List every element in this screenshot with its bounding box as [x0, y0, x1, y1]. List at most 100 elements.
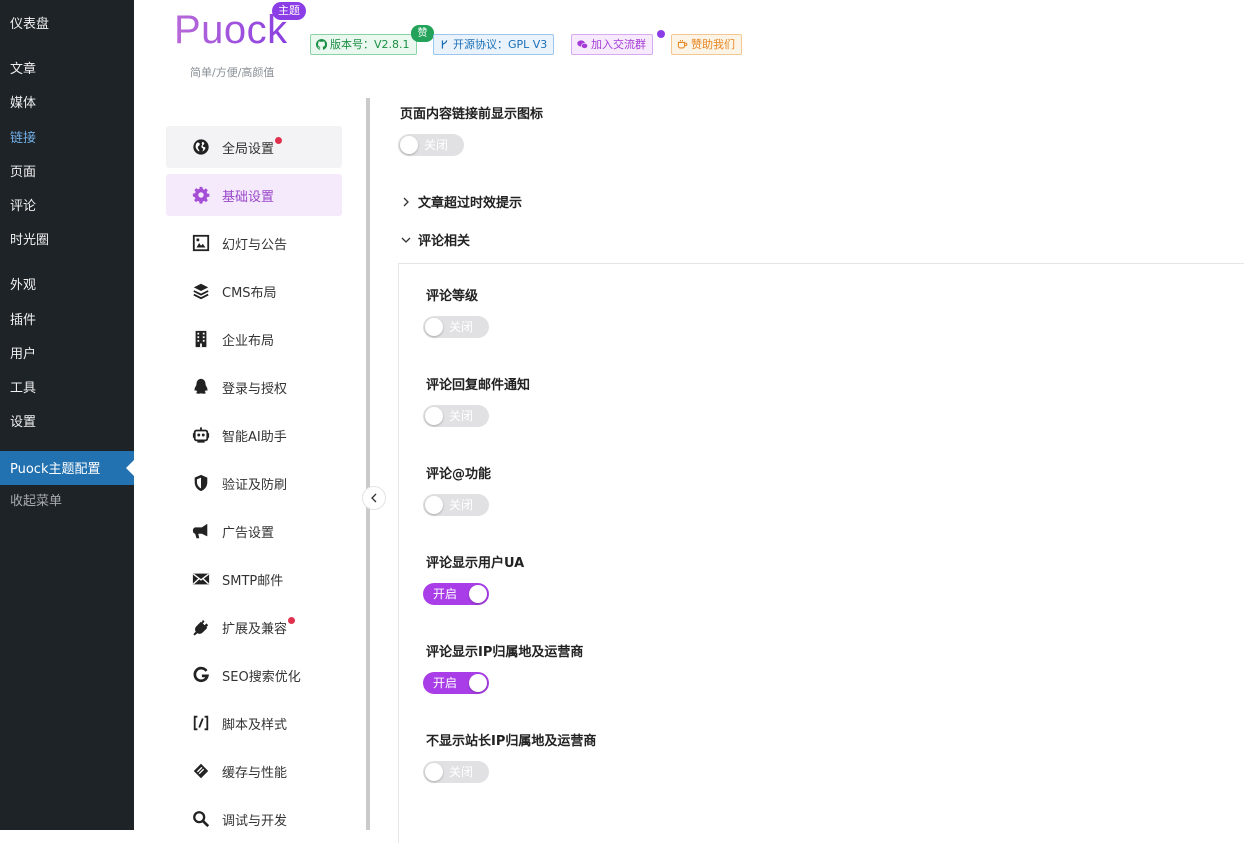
menu-pages[interactable]: 页面	[10, 163, 36, 183]
group-tag[interactable]: 加入交流群	[571, 34, 653, 55]
chevron-left-icon	[371, 493, 377, 503]
menu-dashboard[interactable]: 仪表盘	[10, 15, 49, 35]
nav-enterprise-layout[interactable]: 企业布局	[166, 318, 342, 360]
menu-links[interactable]: 链接	[10, 129, 36, 149]
nav-label-text: CMS布局	[222, 285, 277, 301]
nav-seo[interactable]: SEO搜索优化	[166, 654, 342, 696]
switch-text: 关闭	[449, 498, 474, 512]
coffee-icon	[677, 40, 688, 49]
version-tag[interactable]: 版本号：V2.8.1	[310, 34, 417, 55]
comment-level-switch[interactable]: 关闭	[423, 316, 489, 338]
ip-location-switch[interactable]: 开启	[423, 672, 489, 694]
license-text: 开源协议：GPL V3	[453, 38, 548, 51]
nav-login-auth[interactable]: 登录与授权	[166, 366, 342, 408]
nav-label-text: 扩展及兼容	[222, 621, 288, 637]
nav-verify-antispam[interactable]: 验证及防刷	[166, 462, 342, 504]
switch-text: 开启	[433, 676, 458, 690]
version-text: 版本号：V2.8.1	[330, 38, 410, 51]
section-expiry-title: 文章超过时效提示	[418, 196, 523, 211]
nav-smtp-mail[interactable]: SMTP邮件	[166, 558, 342, 600]
nav-ad-settings[interactable]: 广告设置	[166, 510, 342, 552]
nav-label-text: 调试与开发	[222, 813, 288, 829]
nav-ai-assistant[interactable]: 智能AI助手	[166, 414, 342, 456]
nav-basic-settings[interactable]: 基础设置	[166, 174, 342, 216]
reply-mail-switch[interactable]: 关闭	[423, 405, 489, 427]
section-comments-toggle[interactable]: 评论相关	[400, 230, 470, 249]
shield-icon	[191, 473, 211, 493]
wechat-icon	[577, 40, 588, 49]
notification-dot	[657, 30, 665, 38]
panel-divider[interactable]	[366, 98, 370, 830]
nav-label-text: 全局设置	[222, 141, 275, 157]
nav-label-text: SMTP邮件	[222, 573, 284, 589]
link-icon-switch[interactable]: 关闭	[398, 134, 464, 156]
nav-label-text: 广告设置	[222, 525, 275, 541]
nav-slides-notices[interactable]: 幻灯与公告	[166, 222, 342, 264]
comments-panel	[398, 263, 1244, 843]
code-icon	[191, 713, 211, 733]
switch-knob	[425, 496, 443, 514]
nav-scripts-styles[interactable]: 脚本及样式	[166, 702, 342, 744]
nav-cms-layout[interactable]: CMS布局	[166, 270, 342, 312]
layers-icon	[191, 281, 211, 301]
collapse-menu-button[interactable]: 收起菜单	[10, 492, 62, 512]
menu-plugins[interactable]: 插件	[10, 311, 36, 331]
collapse-nav-button[interactable]	[362, 486, 386, 510]
current-indicator	[126, 460, 134, 476]
menu-posts[interactable]: 文章	[10, 60, 36, 80]
switch-knob	[425, 407, 443, 425]
switch-knob	[469, 585, 487, 603]
user-ua-switch[interactable]: 开启	[423, 583, 489, 605]
branch-icon	[441, 40, 448, 49]
menu-tools[interactable]: 工具	[10, 379, 36, 399]
field-reply-mail-title: 评论回复邮件通知	[426, 378, 531, 393]
menu-users[interactable]: 用户	[10, 345, 36, 365]
nav-extensions[interactable]: 扩展及兼容	[166, 606, 342, 648]
menu-settings[interactable]: 设置	[10, 413, 36, 433]
link-icon-title: 页面内容链接前显示图标	[400, 107, 544, 122]
google-icon	[191, 665, 211, 685]
switch-text: 关闭	[449, 409, 474, 423]
nav-label: 全局设置	[222, 136, 283, 157]
nav-debug-dev[interactable]: 调试与开发	[166, 798, 342, 840]
switch-text: 关闭	[449, 765, 474, 779]
chevron-right-icon	[403, 197, 409, 206]
donate-text: 赞助我们	[691, 38, 735, 51]
chevron-down-icon	[401, 237, 411, 243]
cache-icon	[191, 761, 211, 781]
nav-label-text: 登录与授权	[222, 381, 288, 397]
switch-text: 关闭	[424, 138, 449, 152]
menu-puock-config[interactable]: Puock主题配置	[0, 451, 134, 485]
envelope-icon	[191, 569, 211, 589]
field-ip-location-title: 评论显示IP归属地及运营商	[426, 645, 584, 660]
menu-moments[interactable]: 时光圈	[10, 231, 49, 251]
theme-badge: 主题	[272, 2, 306, 20]
nav-label-text: 缓存与性能	[222, 765, 288, 781]
nav-global-settings[interactable]: 全局设置	[166, 126, 342, 168]
menu-comments[interactable]: 评论	[10, 197, 36, 217]
group-text: 加入交流群	[591, 38, 646, 51]
section-expiry-toggle[interactable]: 文章超过时效提示	[400, 192, 522, 211]
wp-admin-menu: 仪表盘 文章 媒体 链接 页面 评论 时光圈 外观 插件 用户 工具 设置 Pu…	[0, 0, 134, 830]
update-dot	[288, 616, 296, 624]
menu-media[interactable]: 媒体	[10, 94, 36, 114]
switch-text: 开启	[433, 587, 458, 601]
puock-logo: Puock	[174, 8, 288, 52]
field-hide-admin-ip-title: 不显示站长IP归属地及运营商	[426, 734, 597, 749]
donate-tag[interactable]: 赞助我们	[671, 34, 742, 55]
hide-admin-ip-switch[interactable]: 关闭	[423, 761, 489, 783]
nav-cache-performance[interactable]: 缓存与性能	[166, 750, 342, 792]
mention-switch[interactable]: 关闭	[423, 494, 489, 516]
menu-appearance[interactable]: 外观	[10, 276, 36, 296]
plug-icon	[191, 617, 211, 637]
github-icon	[316, 39, 327, 50]
gear-icon	[191, 185, 211, 205]
nav-label-text: 基础设置	[222, 189, 275, 205]
nav-label-text: SEO搜索优化	[222, 669, 301, 685]
nav-label-text: 验证及防刷	[222, 477, 288, 493]
switch-knob	[425, 763, 443, 781]
tagline: 简单/方便/高颜值	[190, 66, 275, 79]
robot-icon	[191, 425, 211, 445]
slideshow-icon	[191, 233, 211, 253]
license-tag[interactable]: 开源协议：GPL V3	[433, 34, 555, 55]
